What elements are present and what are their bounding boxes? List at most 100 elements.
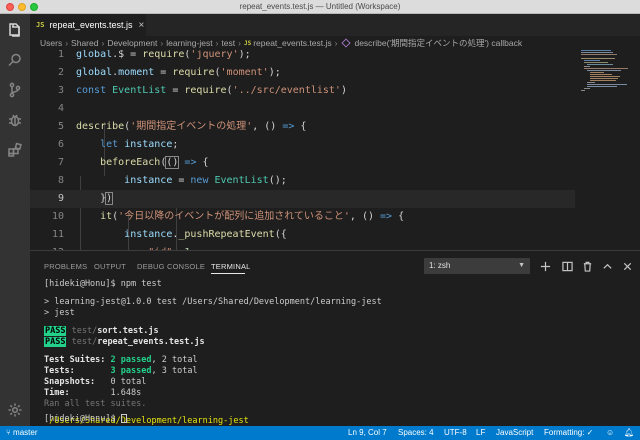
code-line: 8 instance = new EventList();: [57, 175, 287, 186]
new-terminal-icon[interactable]: [538, 259, 552, 273]
terminal-line: > jest: [44, 308, 75, 318]
minimap[interactable]: [575, 50, 640, 250]
minimap-line: [590, 74, 612, 75]
minimap-line: [584, 60, 600, 61]
minimap-line: [584, 68, 628, 69]
minimap-line: [590, 72, 604, 73]
tab-label: repeat_events.test.js: [49, 20, 133, 30]
tab-repeat-events-test[interactable]: JS repeat_events.test.js ×: [30, 14, 146, 36]
pass-badge: PASS: [44, 326, 67, 336]
minimap-line: [590, 80, 616, 81]
chevron-right-icon: ›: [215, 38, 219, 48]
terminal-line: Test Suites: 2 passed, 2 total: [44, 355, 198, 365]
terminal-line: Snapshots: 0 total: [44, 377, 147, 387]
minimap-line: [587, 64, 613, 65]
close-panel-icon[interactable]: [620, 259, 634, 273]
breadcrumb-item-learning-jest[interactable]: learning-jest: [166, 38, 212, 48]
terminal-output[interactable]: [hideki@Honu]$ npm test > learning-jest@…: [44, 275, 634, 426]
split-terminal-icon[interactable]: [560, 259, 574, 273]
feedback-smiley-icon[interactable]: ☺: [606, 426, 614, 440]
branch-status[interactable]: ⑂ master: [6, 426, 38, 440]
code-line: 10 it('今日以降のイベントが配列に追加されていること', () => {: [51, 211, 405, 222]
minimap-line: [587, 82, 595, 83]
eol-status[interactable]: LF: [476, 426, 485, 440]
source-control-icon[interactable]: [5, 80, 25, 100]
status-bar: ⑂ master Ln 9, Col 7 Spaces: 4 UTF-8 LF …: [0, 426, 640, 440]
language-mode[interactable]: JavaScript: [496, 426, 533, 440]
breadcrumb-item-development[interactable]: Development: [107, 38, 157, 48]
terminal-cursor: [120, 414, 127, 423]
terminal-line: Ran all test suites.: [44, 399, 147, 409]
minimap-line: [590, 78, 618, 79]
activity-bar: [0, 14, 30, 426]
maximize-panel-icon[interactable]: [600, 259, 614, 273]
git-branch-icon: ⑂: [6, 428, 11, 437]
breadcrumb-item-shared[interactable]: Shared: [71, 38, 98, 48]
terminal-select-value: 1: zsh: [429, 261, 451, 270]
chevron-right-icon: ›: [101, 38, 105, 48]
breadcrumb-item-file[interactable]: repeat_events.test.js: [253, 38, 331, 48]
tab-terminal[interactable]: TERMINAL: [211, 262, 251, 271]
terminal-line: PASS test/sort.test.js: [44, 326, 159, 336]
window-titlebar: repeat_events.test.js — Untitled (Worksp…: [0, 0, 640, 14]
minimap-line: [581, 52, 613, 53]
terminal-line: [hideki@Honu]$ npm test: [44, 279, 162, 289]
code-line: 5 describe('期間指定イベントの処理', () => {: [57, 121, 307, 132]
minimap-line: [587, 70, 621, 71]
close-tab-icon[interactable]: ×: [139, 20, 145, 31]
tab-output[interactable]: OUTPUT: [94, 262, 126, 271]
search-icon[interactable]: [5, 50, 25, 70]
tab-debug-console[interactable]: DEBUG CONSOLE: [137, 262, 205, 271]
code-line-current: 9 }): [30, 190, 575, 208]
terminal-prompt[interactable]: [hideki@Honu]$: [44, 414, 634, 426]
terminal-line: Time: 1.648s: [44, 388, 142, 398]
trash-icon[interactable]: [580, 259, 594, 273]
notifications-bell-icon[interactable]: 🔔︎: [624, 426, 634, 440]
minimap-line: [581, 58, 615, 59]
terminal-line: PASS test/repeat_events.test.js: [44, 337, 205, 347]
minimap-line: [581, 90, 585, 91]
chevron-right-icon: ›: [65, 38, 69, 48]
terminal-select[interactable]: 1: zsh ▼: [424, 258, 530, 274]
tab-problems[interactable]: PROBLEMS: [44, 262, 87, 271]
indentation-status[interactable]: Spaces: 4: [398, 426, 434, 440]
minimap-line: [587, 84, 627, 85]
minimap-line: [584, 88, 590, 89]
bottom-panel: PROBLEMS OUTPUT DEBUG CONSOLE TERMINAL 1…: [30, 250, 640, 426]
code-line: 1 global.$ = require('jquery');: [57, 50, 251, 60]
minimap-line: [587, 86, 617, 87]
explorer-icon[interactable]: [5, 20, 25, 40]
chevron-right-icon: ›: [160, 38, 164, 48]
code-line: 2 global.moment = require('moment');: [57, 67, 281, 78]
pass-badge: PASS: [44, 337, 67, 347]
code-editor[interactable]: 1 global.$ = require('jquery'); 2 global.m…: [30, 50, 575, 250]
formatting-status[interactable]: Formatting: ✓: [544, 426, 593, 440]
code-line: 7 beforeEach(() => {: [57, 156, 209, 169]
active-tab-indicator: [211, 273, 245, 274]
symbol-method-icon: [341, 38, 351, 48]
chevron-right-icon: ›: [238, 38, 241, 48]
extensions-icon[interactable]: [5, 140, 25, 160]
javascript-file-icon: JS: [36, 21, 45, 29]
javascript-file-icon: JS: [243, 39, 252, 47]
breadcrumb-item-users[interactable]: Users: [40, 38, 62, 48]
code-line: 6 let instance;: [57, 139, 179, 150]
breadcrumb-item-test[interactable]: test: [221, 38, 235, 48]
breadcrumb: Users › Shared › Development › learning-…: [30, 36, 640, 50]
encoding-status[interactable]: UTF-8: [444, 426, 467, 440]
code-line: 4: [57, 103, 64, 114]
breadcrumb-item-symbol[interactable]: describe('期間指定イベントの処理') callback: [354, 37, 522, 49]
settings-gear-icon[interactable]: [5, 400, 25, 420]
terminal-line: > learning-jest@1.0.0 test /Users/Shared…: [44, 297, 382, 307]
window-title: repeat_events.test.js — Untitled (Worksp…: [239, 2, 401, 11]
minimap-line: [581, 54, 617, 55]
debug-icon[interactable]: [5, 110, 25, 130]
minimap-line: [581, 50, 611, 51]
minimap-line: [584, 66, 590, 67]
code-line: 11 instance._pushRepeatEvent({: [51, 229, 287, 240]
cursor-position[interactable]: Ln 9, Col 7: [348, 426, 387, 440]
terminal-line: Tests: 3 passed, 3 total: [44, 366, 198, 376]
chevron-down-icon: ▼: [518, 262, 525, 269]
editor-tab-bar: JS repeat_events.test.js ×: [30, 14, 640, 36]
chevron-right-icon: ›: [334, 38, 338, 48]
